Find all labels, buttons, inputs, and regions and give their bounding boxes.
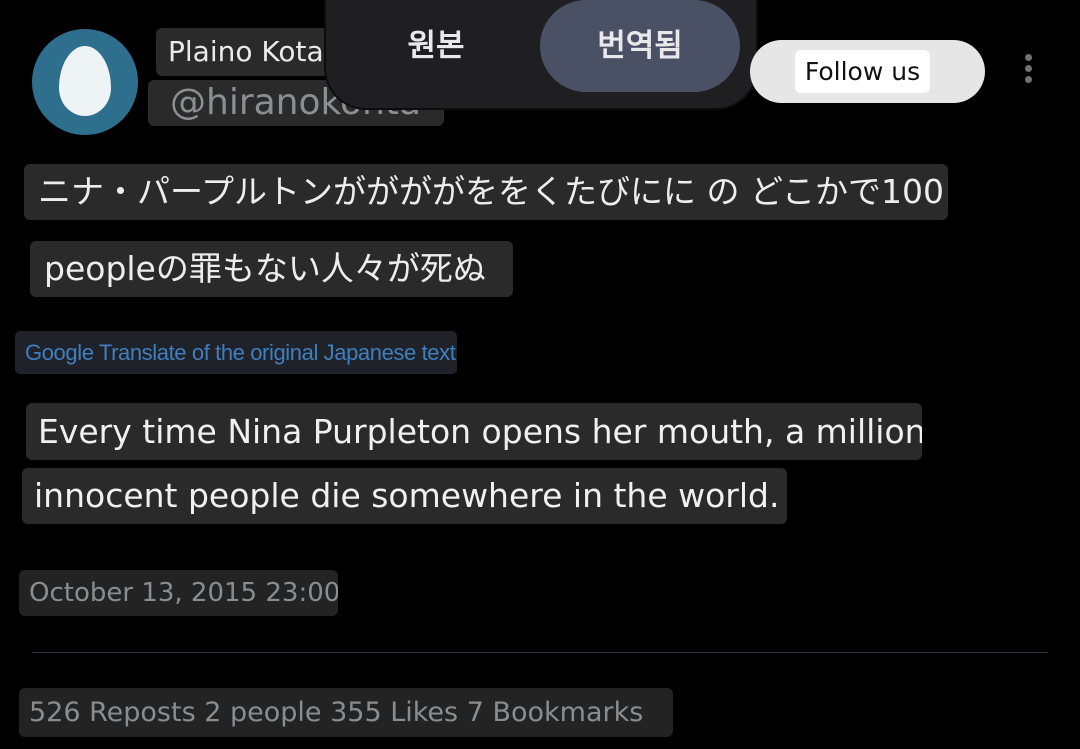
post-timestamp[interactable]: October 13, 2015 23:00: [19, 570, 338, 616]
engagement-stats[interactable]: 526 Reposts 2 people 355 Likes 7 Bookmar…: [19, 688, 673, 737]
divider: [32, 652, 1048, 653]
more-options-icon[interactable]: [1017, 54, 1039, 90]
toggle-translated-button[interactable]: 번역됨: [540, 0, 740, 92]
follow-button-container: Follow us: [750, 40, 985, 103]
avatar[interactable]: [32, 29, 138, 135]
japanese-text-line-2: peopleの罪もない人々が死ぬ: [30, 241, 513, 297]
english-text-line-2: innocent people die somewhere in the wor…: [22, 468, 787, 524]
japanese-text-line-1: ニナ・パープルトンががががををくたびにに の どこかで100: [24, 164, 948, 220]
follow-button[interactable]: Follow us: [795, 50, 930, 93]
translation-note: Google Translate of the original Japanes…: [15, 331, 457, 374]
post-view: Plaino Kota @hiranokonta 원본 번역됨 Follow u…: [0, 0, 1080, 749]
toggle-original-button[interactable]: 원본: [336, 0, 536, 92]
english-text-line-1: Every time Nina Purpleton opens her mout…: [26, 403, 922, 460]
translation-toggle: 원본 번역됨: [326, 0, 756, 108]
default-egg-avatar-icon: [59, 46, 111, 116]
